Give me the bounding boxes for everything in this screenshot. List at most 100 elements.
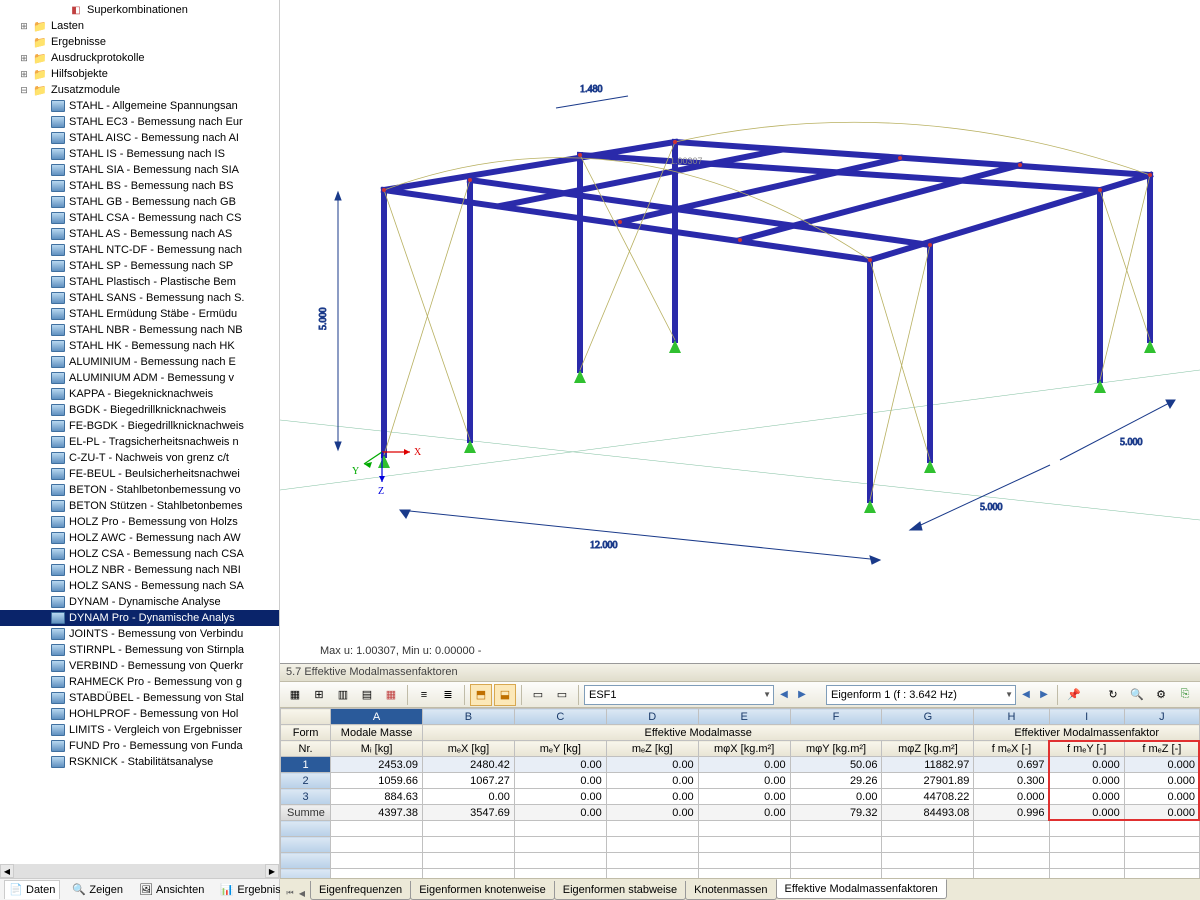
module-item[interactable]: BGDK - Biegedrillknicknachweis xyxy=(0,402,279,418)
col-letter[interactable]: D xyxy=(606,709,698,725)
tool-grid-icon[interactable]: ⊞ xyxy=(308,684,330,706)
module-item[interactable]: STAHL CSA - Bemessung nach CS xyxy=(0,210,279,226)
col-letter[interactable]: J xyxy=(1124,709,1199,725)
module-item[interactable]: STAHL BS - Bemessung nach BS xyxy=(0,178,279,194)
table-row[interactable]: 21059.661067.270.000.000.0029.2627901.89… xyxy=(281,773,1200,789)
module-item[interactable]: HOLZ CSA - Bemessung nach CSA xyxy=(0,546,279,562)
module-item[interactable]: HOLZ Pro - Bemessung von Holzs xyxy=(0,514,279,530)
scroll-right-button[interactable]: ▶ xyxy=(265,864,279,878)
result-tab[interactable]: Eigenfrequenzen xyxy=(310,881,411,900)
module-item[interactable]: STAHL GB - Bemessung nach GB xyxy=(0,194,279,210)
tool-rows1-icon[interactable]: ≡ xyxy=(413,684,435,706)
module-item[interactable]: VERBIND - Bemessung von Querkr xyxy=(0,658,279,674)
module-item[interactable]: BETON - Stahlbetonbemessung vo xyxy=(0,482,279,498)
sidebar-tab[interactable]: 📄Daten xyxy=(4,880,60,899)
result-tab[interactable]: Effektive Modalmassenfaktoren xyxy=(776,879,947,899)
prev-case-button[interactable]: ◀ xyxy=(776,685,792,705)
mode-combo[interactable]: Eigenform 1 (f : 3.642 Hz)▼ xyxy=(826,685,1016,705)
modal-mass-table[interactable]: ABCDEFGHIJFormModale MasseEffektive Moda… xyxy=(280,708,1200,878)
next-case-button[interactable]: ▶ xyxy=(794,685,810,705)
tree-item[interactable]: ◧Superkombinationen xyxy=(0,2,279,18)
result-tab[interactable]: Eigenformen knotenweise xyxy=(410,881,555,900)
tool-find-icon[interactable]: 🔍 xyxy=(1126,684,1148,706)
module-item[interactable]: ALUMINIUM ADM - Bemessung v xyxy=(0,370,279,386)
module-item[interactable]: STAHL SANS - Bemessung nach S. xyxy=(0,290,279,306)
module-item[interactable]: BETON Stützen - Stahlbetonbemes xyxy=(0,498,279,514)
module-item[interactable]: STAHL SP - Bemessung nach SP xyxy=(0,258,279,274)
module-item[interactable]: STAHL NBR - Bemessung nach NB xyxy=(0,322,279,338)
row-number[interactable]: 1 xyxy=(281,757,331,773)
expander-icon[interactable]: ⊞ xyxy=(18,68,30,80)
module-item[interactable]: STAHL NTC-DF - Bemessung nach xyxy=(0,242,279,258)
tab-nav-first[interactable]: ⏮ xyxy=(284,886,296,900)
module-item[interactable]: EL-PL - Tragsicherheitsnachweis n xyxy=(0,434,279,450)
tree-item[interactable]: ⊞Lasten xyxy=(0,18,279,34)
expander-icon[interactable]: ⊟ xyxy=(18,84,30,96)
tree-item[interactable]: ⊞Hilfsobjekte xyxy=(0,66,279,82)
module-item[interactable]: STAHL - Allgemeine Spannungsan xyxy=(0,98,279,114)
col-letter[interactable]: A xyxy=(331,709,423,725)
expander-icon[interactable]: ⊞ xyxy=(18,52,30,64)
tree-item[interactable]: Ergebnisse xyxy=(0,34,279,50)
module-item[interactable]: LIMITS - Vergleich von Ergebnisser xyxy=(0,722,279,738)
module-item[interactable]: STAHL EC3 - Bemessung nach Eur xyxy=(0,114,279,130)
tool-rows2-icon[interactable]: ≣ xyxy=(437,684,459,706)
col-letter[interactable]: H xyxy=(974,709,1049,725)
model-viewport[interactable]: X Y Z 5.000 12.000 xyxy=(280,0,1200,663)
tab-nav-prev[interactable]: ◀ xyxy=(296,886,308,900)
col-letter[interactable]: C xyxy=(514,709,606,725)
module-item[interactable]: RAHMECK Pro - Bemessung von g xyxy=(0,674,279,690)
tool-columns-icon[interactable]: ▥ xyxy=(332,684,354,706)
col-letter[interactable]: E xyxy=(698,709,790,725)
module-item[interactable]: FE-BGDK - Biegedrillknicknachweis xyxy=(0,418,279,434)
module-item[interactable]: STAHL Ermüdung Stäbe - Ermüdu xyxy=(0,306,279,322)
module-item[interactable]: ALUMINIUM - Bemessung nach E xyxy=(0,354,279,370)
col-letter[interactable]: I xyxy=(1049,709,1124,725)
tool-chart-icon[interactable]: ▭ xyxy=(527,684,549,706)
module-item[interactable]: STIRNPL - Bemessung von Stirnpla xyxy=(0,642,279,658)
tool-pin-icon[interactable]: 📌 xyxy=(1063,684,1085,706)
tool-table-icon[interactable]: ▦ xyxy=(284,684,306,706)
module-item[interactable]: STAHL IS - Bemessung nach IS xyxy=(0,146,279,162)
loadcase-combo[interactable]: ESF1▼ xyxy=(584,685,774,705)
tree-item[interactable]: ⊟Zusatzmodule xyxy=(0,82,279,98)
module-item[interactable]: STAHL Plastisch - Plastische Bem xyxy=(0,274,279,290)
module-item[interactable]: DYNAM Pro - Dynamische Analys xyxy=(0,610,279,626)
expander-icon[interactable]: ⊞ xyxy=(18,20,30,32)
tool-chart2-icon[interactable]: ▭ xyxy=(551,684,573,706)
tool-color-icon[interactable]: ▦ xyxy=(380,684,402,706)
module-item[interactable]: STAHL HK - Bemessung nach HK xyxy=(0,338,279,354)
project-tree[interactable]: ◧Superkombinationen⊞LastenErgebnisse⊞Aus… xyxy=(0,0,279,864)
module-item[interactable]: HOHLPROF - Bemessung von Hol xyxy=(0,706,279,722)
col-letter[interactable]: G xyxy=(882,709,974,725)
scroll-left-button[interactable]: ◀ xyxy=(0,864,14,878)
module-item[interactable]: KAPPA - Biegeknicknachweis xyxy=(0,386,279,402)
module-item[interactable]: STAHL AS - Bemessung nach AS xyxy=(0,226,279,242)
module-item[interactable]: FE-BEUL - Beulsicherheitsnachwei xyxy=(0,466,279,482)
tree-item[interactable]: ⊞Ausdruckprotokolle xyxy=(0,50,279,66)
module-item[interactable]: STAHL AISC - Bemessung nach AI xyxy=(0,130,279,146)
tool-export-icon[interactable]: ⎘ xyxy=(1174,684,1196,706)
module-item[interactable]: HOLZ SANS - Bemessung nach SA xyxy=(0,578,279,594)
module-item[interactable]: STAHL SIA - Bemessung nach SIA xyxy=(0,162,279,178)
module-item[interactable]: FUND Pro - Bemessung von Funda xyxy=(0,738,279,754)
tool-highlight1-icon[interactable]: ⬒ xyxy=(470,684,492,706)
sidebar-tab[interactable]: 🖼Ansichten xyxy=(135,881,208,899)
expander-icon[interactable] xyxy=(18,36,30,48)
col-letter[interactable]: B xyxy=(423,709,515,725)
row-number[interactable]: 3 xyxy=(281,789,331,805)
tool-filter-icon[interactable]: ▤ xyxy=(356,684,378,706)
module-item[interactable]: C-ZU-T - Nachweis von grenz c/t xyxy=(0,450,279,466)
module-item[interactable]: RSKNICK - Stabilitätsanalyse xyxy=(0,754,279,770)
module-item[interactable]: HOLZ AWC - Bemessung nach AW xyxy=(0,530,279,546)
module-item[interactable]: STABDÜBEL - Bemessung von Stal xyxy=(0,690,279,706)
expander-icon[interactable] xyxy=(54,4,66,16)
tool-highlight2-icon[interactable]: ⬓ xyxy=(494,684,516,706)
tool-settings-icon[interactable]: ⚙ xyxy=(1150,684,1172,706)
module-item[interactable]: HOLZ NBR - Bemessung nach NBI xyxy=(0,562,279,578)
result-tab[interactable]: Knotenmassen xyxy=(685,881,776,900)
col-letter[interactable]: F xyxy=(790,709,882,725)
prev-mode-button[interactable]: ◀ xyxy=(1018,685,1034,705)
sidebar-tab[interactable]: 🔍Zeigen xyxy=(68,881,127,899)
module-item[interactable]: JOINTS - Bemessung von Verbindu xyxy=(0,626,279,642)
